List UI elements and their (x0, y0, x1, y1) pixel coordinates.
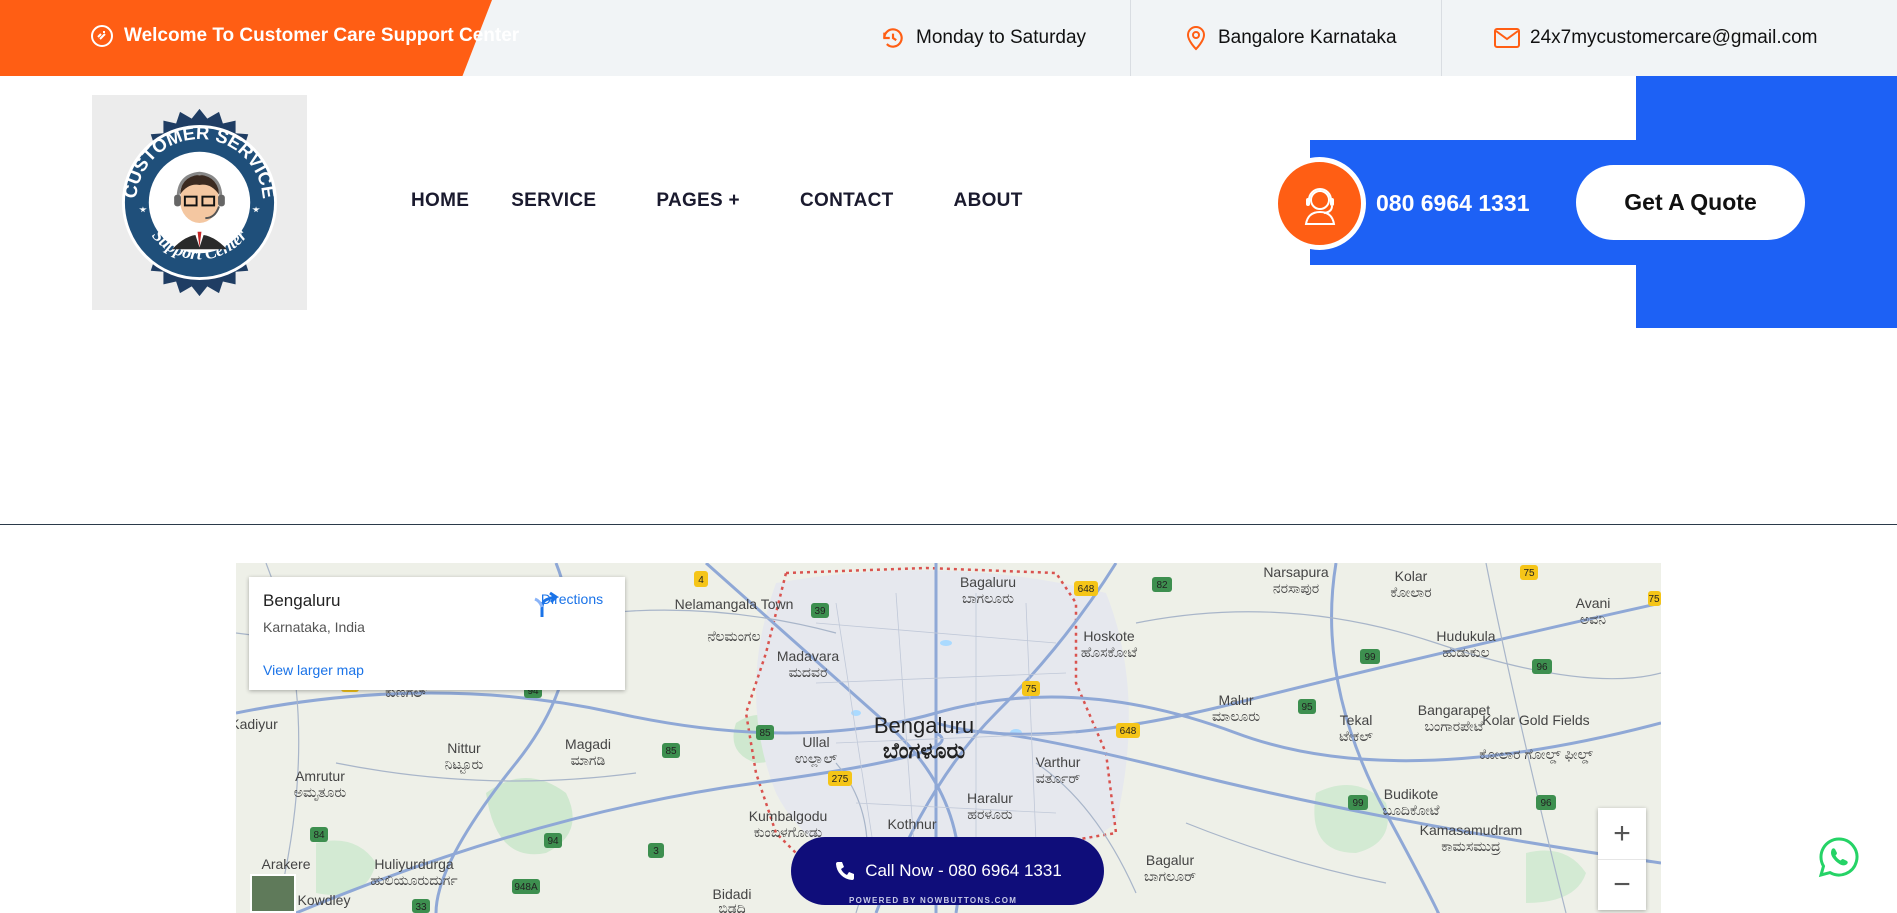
support-agent-icon (1273, 157, 1366, 250)
welcome-label: Welcome To Customer Care Support Center (124, 25, 520, 46)
satellite-toggle[interactable] (250, 874, 296, 913)
powered-by-label: POWERED BY NOWBUTTONS.COM (849, 896, 1018, 905)
whatsapp-button[interactable] (1818, 836, 1860, 878)
directions-icon (534, 591, 559, 617)
divider (1130, 0, 1131, 76)
location-info: Bangalore Karnataka (1184, 0, 1397, 76)
top-bar: Welcome To Customer Care Support Center … (0, 0, 1897, 76)
customer-service-logo: CUSTOMER SERVICE Support Center (119, 108, 280, 297)
header-phone[interactable]: 080 6964 1331 (1376, 190, 1530, 217)
nav-home[interactable]: HOME (411, 190, 469, 212)
section-divider (0, 524, 1897, 525)
zoom-out-button[interactable]: − (1598, 859, 1646, 910)
get-quote-button[interactable]: Get A Quote (1576, 165, 1805, 240)
email-label[interactable]: 24x7mycustomercare@gmail.com (1530, 27, 1818, 49)
nav-pages[interactable]: PAGES + (656, 190, 740, 212)
email-info[interactable]: 24x7mycustomercare@gmail.com (1494, 0, 1818, 76)
phone-icon (836, 862, 855, 880)
hours-label: Monday to Saturday (916, 27, 1087, 48)
whatsapp-icon (1818, 837, 1859, 878)
main-nav: HOME SERVICE PAGES + CONTACT ABOUT (411, 190, 1023, 212)
nav-contact[interactable]: CONTACT (800, 190, 894, 212)
clock-icon (883, 28, 903, 48)
map-zoom-control: + − (1598, 808, 1646, 910)
map-pin-icon (1186, 26, 1206, 51)
location-label: Bangalore Karnataka (1218, 27, 1397, 48)
nav-service[interactable]: SERVICE (511, 190, 596, 212)
zoom-in-button[interactable]: + (1598, 808, 1646, 859)
call-now-button[interactable]: Call Now - 080 6964 1331 (791, 837, 1104, 905)
map-card-subtitle: Karnataka, India (263, 619, 365, 635)
map-place-card: Bengaluru Karnataka, India View larger m… (249, 577, 625, 690)
link-icon (91, 25, 113, 47)
map-card-title: Bengaluru (263, 591, 341, 610)
nav-about[interactable]: ABOUT (954, 190, 1023, 212)
divider (1441, 0, 1442, 76)
mail-icon (1494, 28, 1520, 48)
directions-button[interactable]: Directions (532, 591, 612, 617)
site-logo[interactable]: CUSTOMER SERVICE Support Center (92, 95, 307, 310)
view-larger-map-link[interactable]: View larger map (263, 662, 364, 678)
call-now-label[interactable]: Call Now - 080 6964 1331 (865, 861, 1062, 881)
headset-icon (1304, 187, 1335, 225)
hours-info: Monday to Saturday (880, 0, 1086, 76)
welcome-text-group: Welcome To Customer Care Support Center (90, 24, 519, 48)
